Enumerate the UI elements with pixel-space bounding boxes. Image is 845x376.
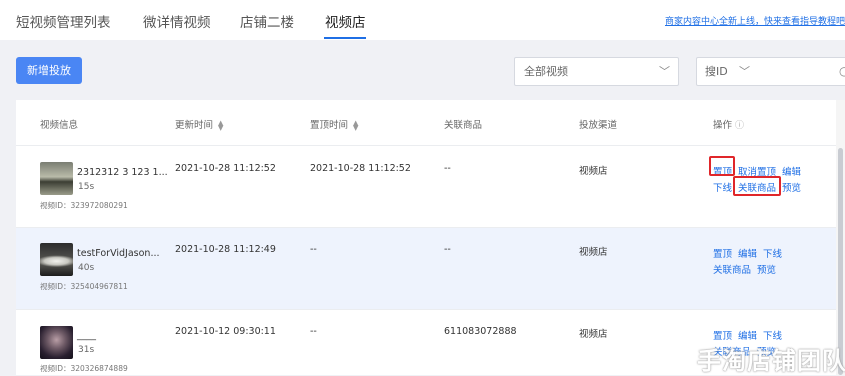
header-channel: 投放渠道 [579,120,618,131]
header-related-product: 关联商品 [444,120,483,131]
edit-button[interactable]: 编辑 [738,328,757,342]
annotation-box [709,156,735,176]
update-time: 2021-10-28 11:12:49 [175,244,276,255]
video-thumbnail[interactable] [40,162,73,195]
tab-store-second-floor[interactable]: 店铺二楼 [240,11,294,31]
annotation-box [733,176,781,196]
watermark: 手淘店铺团队 [697,347,845,375]
pin-time: -- [310,326,317,337]
pin-time: -- [310,244,317,255]
add-placement-button[interactable]: 新增投放 [16,57,82,84]
channel: 视频店 [579,329,608,340]
divider [16,145,836,146]
video-duration: 40s [78,263,95,273]
search-input[interactable]: 搜ID ﹀ ○ [696,57,845,86]
header-update-time[interactable]: 更新时间 ▲ ▼ [175,117,223,131]
notice-link[interactable]: 商家内容中心全新上线，快来查看指导教程吧 [665,14,845,27]
pin-button[interactable]: 置顶 [713,246,732,260]
related-product: 611083072888 [444,326,517,337]
video-title: 2312312 3 123 1... [77,167,168,178]
pin-button[interactable]: 置顶 [713,328,732,342]
update-time: 2021-10-28 11:12:52 [175,163,276,174]
offline-button[interactable]: 下线 [763,328,782,342]
related-product: -- [444,244,451,255]
channel: 视频店 [579,166,608,177]
pin-time: 2021-10-28 11:12:52 [310,163,411,174]
video-id: 视频ID：325404967811 [40,282,128,291]
video-title: testForVidJason... [77,248,160,259]
sort-icon[interactable]: ▲ ▼ [353,119,358,131]
tab-micro-detail-video[interactable]: 微详情视频 [143,11,211,31]
chevron-down-icon: ﹀ [739,65,750,78]
divider [16,309,836,310]
search-type-select[interactable]: 搜ID [705,65,728,78]
video-title: ____ [77,330,96,341]
video-id: 视频ID：320326874889 [40,364,128,373]
header-pin-time[interactable]: 置顶时间 ▲ ▼ [310,117,358,131]
preview-button[interactable]: 预览 [757,262,776,276]
video-filter-value: 全部视频 [524,65,568,78]
update-time: 2021-10-12 09:30:11 [175,326,276,337]
related-product-button[interactable]: 关联商品 [713,262,751,276]
video-thumbnail[interactable] [40,243,73,276]
sort-icon[interactable]: ▲ ▼ [218,119,223,131]
tab-short-video-list[interactable]: 短视频管理列表 [16,11,111,31]
header-actions: 操作 ⓘ [713,120,745,131]
video-duration: 15s [78,182,95,192]
edit-button[interactable]: 编辑 [782,164,801,178]
preview-button[interactable]: 预览 [782,180,801,194]
active-tab-indicator [324,37,366,39]
channel: 视频店 [579,247,608,258]
video-id: 视频ID：323972080291 [40,201,128,210]
chevron-down-icon: ﹀ [659,65,670,78]
edit-button[interactable]: 编辑 [738,246,757,260]
video-thumbnail[interactable] [40,326,73,359]
header-video-info: 视频信息 [40,120,79,131]
offline-button[interactable]: 下线 [713,180,732,194]
video-filter-select[interactable]: 全部视频 ﹀ [514,57,679,86]
related-product: -- [444,163,451,174]
search-icon[interactable]: ○ [839,58,845,85]
tab-video-store[interactable]: 视频店 [325,11,366,31]
help-icon[interactable]: ⓘ [735,121,744,131]
offline-button[interactable]: 下线 [763,246,782,260]
video-duration: 31s [78,345,95,355]
